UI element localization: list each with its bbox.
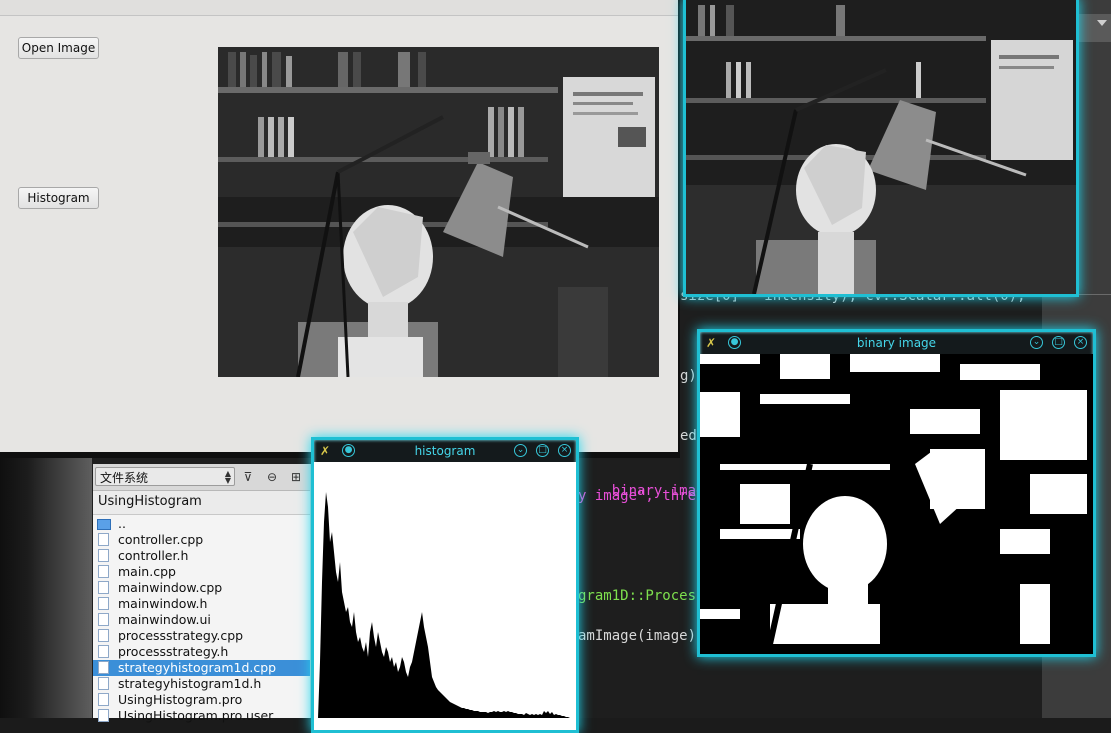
list-item[interactable]: strategyhistogram1d.h xyxy=(93,676,310,692)
histogram-plot xyxy=(318,492,570,718)
list-item[interactable]: processstrategy.cpp xyxy=(93,628,310,644)
binary-image-window[interactable]: ✗ ● binary image ⌄ □ × xyxy=(697,329,1096,657)
list-item[interactable]: UsingHistogram.pro xyxy=(93,692,310,708)
image-window-body xyxy=(686,0,1076,294)
list-item-label: mainwindow.h xyxy=(118,596,208,611)
window-title-bar[interactable]: ✗ ● binary image ⌄ □ × xyxy=(700,332,1093,354)
file-icon xyxy=(98,581,109,594)
list-item-label: UsingHistogram.pro.user xyxy=(118,708,274,723)
histogram-window[interactable]: ✗ ● histogram ⌄ □ × xyxy=(311,437,579,733)
main-window: Open Image Histogram xyxy=(0,0,680,458)
view-selector-label: 文件系统 xyxy=(100,471,149,485)
file-icon xyxy=(98,565,109,578)
histogram-canvas xyxy=(314,462,576,730)
list-item-label: UsingHistogram.pro xyxy=(118,692,243,707)
file-icon xyxy=(98,709,109,722)
list-item-selected[interactable]: strategyhistogram1d.cpp xyxy=(93,660,310,676)
sync-icon[interactable]: ⊖ xyxy=(263,469,281,485)
file-icon xyxy=(98,549,109,562)
list-item-label: strategyhistogram1d.cpp xyxy=(118,660,277,675)
window-title-bar xyxy=(0,0,678,16)
binary-image-render xyxy=(700,354,1087,645)
filter-icon[interactable]: ⊽ xyxy=(239,469,257,485)
code-line: amImage(image) xyxy=(578,628,697,644)
window-title-bar[interactable]: ✗ ● histogram ⌄ □ × xyxy=(314,440,576,462)
file-icon xyxy=(98,597,109,610)
minimize-icon[interactable]: ⌄ xyxy=(1030,336,1043,349)
lab-scene-photo xyxy=(218,47,659,377)
list-item-label: controller.h xyxy=(118,548,189,563)
code-line: ed xyxy=(680,428,697,444)
binary-image xyxy=(700,354,1093,654)
code-line: gram1D::Proces xyxy=(578,588,697,604)
code-string: y image", thres xyxy=(578,488,705,504)
file-icon xyxy=(98,645,109,658)
open-image-button[interactable]: Open Image xyxy=(18,37,99,59)
list-item-label: mainwindow.cpp xyxy=(118,580,223,595)
chevron-updown-icon: ▲ ▼ xyxy=(224,469,231,485)
image-display xyxy=(218,47,659,377)
list-item[interactable]: main.cpp xyxy=(93,564,310,580)
lab-scene-photo-right xyxy=(686,0,1076,294)
folder-icon xyxy=(97,519,111,530)
minimize-icon[interactable]: ⌄ xyxy=(514,444,527,457)
editor-sidebar xyxy=(0,458,92,718)
image-window xyxy=(683,0,1079,297)
file-icon xyxy=(98,693,109,706)
list-item-label: controller.cpp xyxy=(118,532,204,547)
file-list[interactable]: .. controller.cpp controller.h main.cpp … xyxy=(93,516,310,724)
code-line-composite: y image", thres xyxy=(578,488,704,504)
list-item-label: processstrategy.h xyxy=(118,644,229,659)
list-item[interactable]: controller.cpp xyxy=(93,532,310,548)
list-item[interactable]: processstrategy.h xyxy=(93,644,310,660)
histogram-button[interactable]: Histogram xyxy=(18,187,99,209)
list-item[interactable]: mainwindow.cpp xyxy=(93,580,310,596)
chevron-down-icon[interactable] xyxy=(1097,20,1107,26)
list-item-label: strategyhistogram1d.h xyxy=(118,676,262,691)
list-item[interactable]: mainwindow.ui xyxy=(93,612,310,628)
list-item[interactable]: mainwindow.h xyxy=(93,596,310,612)
file-icon xyxy=(98,533,109,546)
list-item[interactable]: controller.h xyxy=(93,548,310,564)
close-icon[interactable]: × xyxy=(558,444,571,457)
file-icon xyxy=(98,661,109,674)
file-panel-toolbar: 文件系统 ▲ ▼ ⊽ ⊖ ⊞ xyxy=(93,464,310,491)
maximize-icon[interactable]: □ xyxy=(1052,336,1065,349)
list-item-label: mainwindow.ui xyxy=(118,612,211,627)
list-item[interactable]: UsingHistogram.pro.user xyxy=(93,708,310,724)
close-icon[interactable]: × xyxy=(1074,336,1087,349)
list-item-label: main.cpp xyxy=(118,564,176,579)
maximize-icon[interactable]: □ xyxy=(536,444,549,457)
view-selector[interactable]: 文件系统 ▲ ▼ xyxy=(95,467,235,486)
code-line: g) xyxy=(680,368,697,384)
current-folder: UsingHistogram xyxy=(93,491,310,515)
list-item-label: processstrategy.cpp xyxy=(118,628,244,643)
file-icon xyxy=(98,613,109,626)
list-item-label: .. xyxy=(118,516,126,531)
split-icon[interactable]: ⊞ xyxy=(287,469,305,485)
file-icon xyxy=(98,629,109,642)
list-item[interactable]: .. xyxy=(93,516,310,532)
file-system-panel: 文件系统 ▲ ▼ ⊽ ⊖ ⊞ UsingHistogram .. controll… xyxy=(93,464,310,723)
file-icon xyxy=(98,677,109,690)
